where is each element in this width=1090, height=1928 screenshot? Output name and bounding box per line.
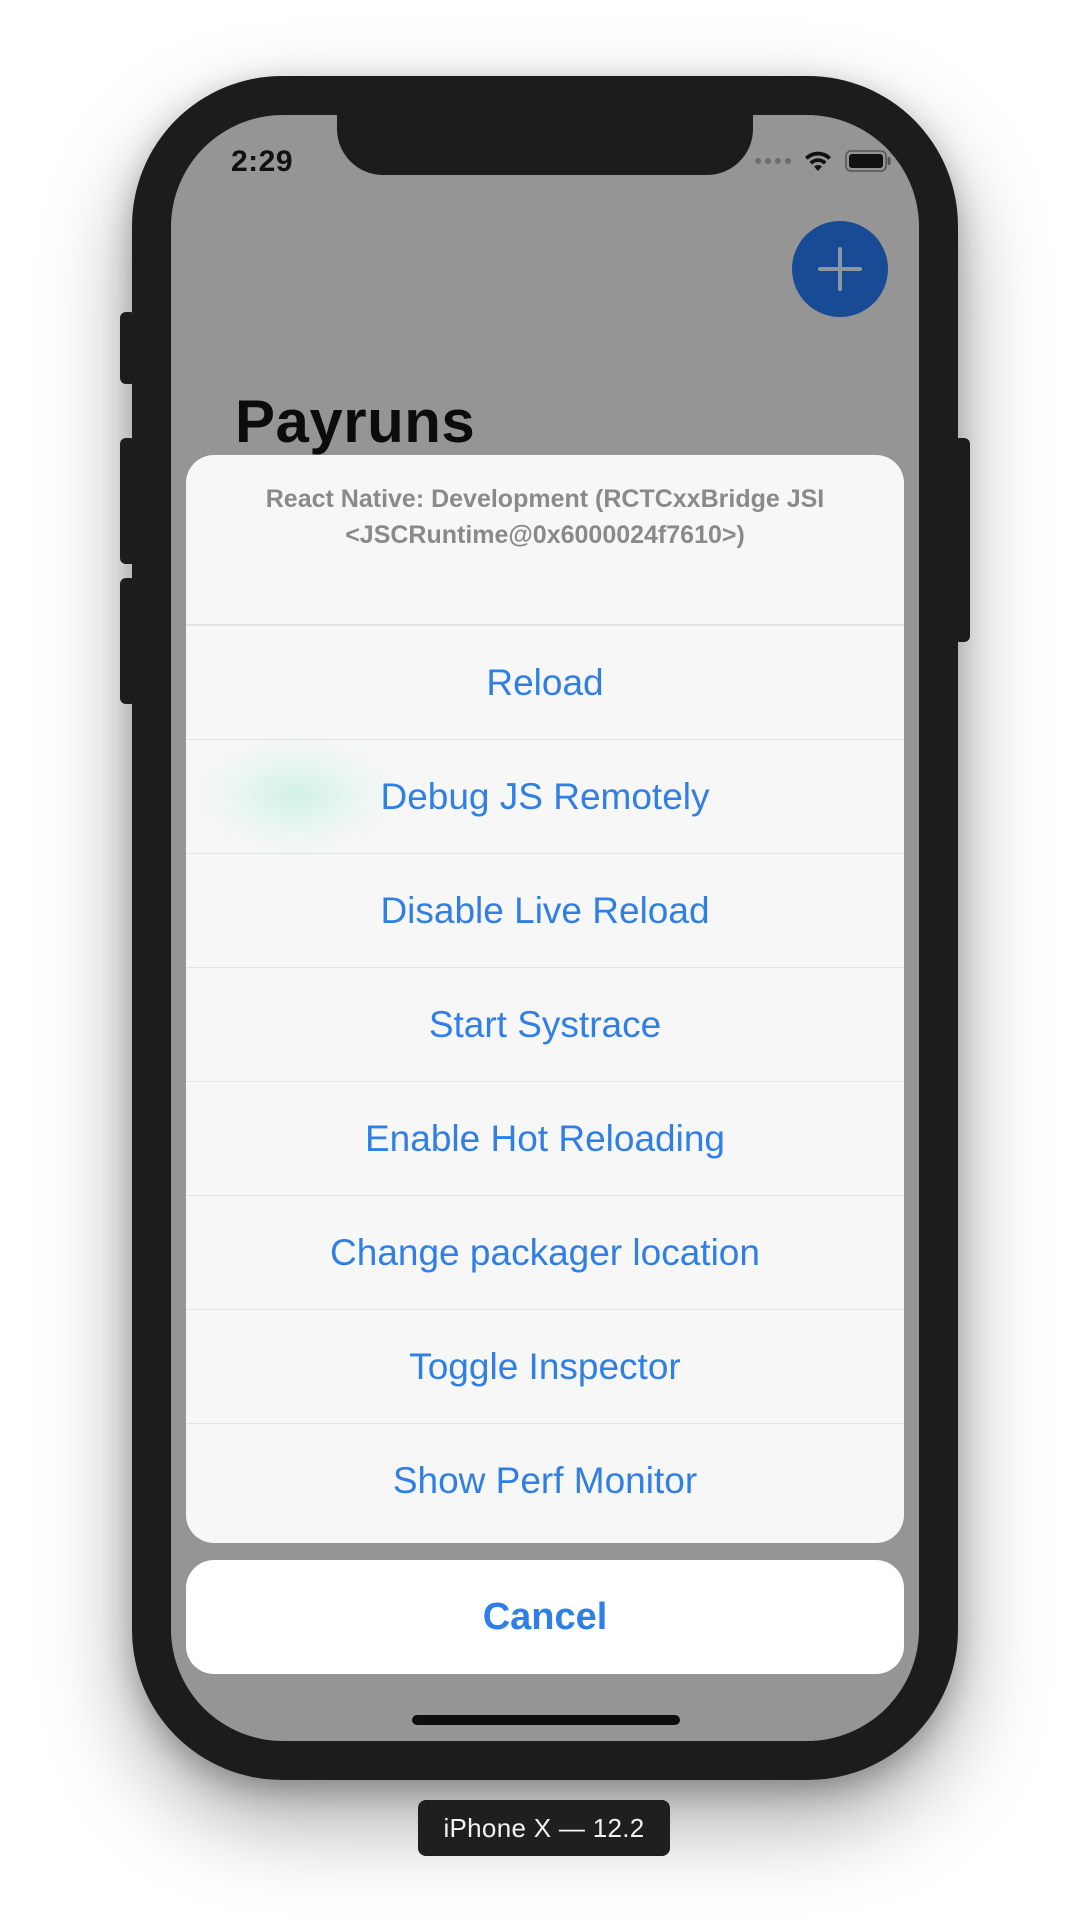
start-systrace-option[interactable]: Start Systrace bbox=[186, 967, 904, 1081]
notch bbox=[337, 115, 753, 175]
status-icons bbox=[755, 149, 891, 173]
enable-hot-reloading-option[interactable]: Enable Hot Reloading bbox=[186, 1081, 904, 1195]
show-perf-monitor-option[interactable]: Show Perf Monitor bbox=[186, 1423, 904, 1537]
wifi-icon bbox=[805, 151, 831, 171]
reload-option[interactable]: Reload bbox=[186, 625, 904, 739]
add-payrun-button[interactable] bbox=[792, 221, 888, 317]
cellular-signal-icon bbox=[755, 158, 791, 164]
status-time: 2:29 bbox=[231, 145, 294, 178]
home-indicator[interactable] bbox=[412, 1715, 680, 1725]
plus-icon bbox=[818, 247, 862, 291]
cancel-button[interactable]: Cancel bbox=[186, 1560, 904, 1674]
disable-live-reload-option[interactable]: Disable Live Reload bbox=[186, 853, 904, 967]
toggle-inspector-option[interactable]: Toggle Inspector bbox=[186, 1309, 904, 1423]
action-sheet-message: React Native: Development (RCTCxxBridge … bbox=[265, 485, 825, 549]
battery-icon bbox=[845, 150, 891, 172]
device-label: iPhone X — 12.2 bbox=[418, 1800, 670, 1856]
change-packager-location-option[interactable]: Change packager location bbox=[186, 1195, 904, 1309]
device-screen: 2:29 Payruns React Native: Development (… bbox=[171, 115, 919, 1741]
debug-js-remotely-option[interactable]: Debug JS Remotely bbox=[186, 739, 904, 853]
dev-menu-action-sheet: React Native: Development (RCTCxxBridge … bbox=[186, 455, 904, 1543]
page-title: Payruns bbox=[235, 388, 476, 455]
action-sheet-header: React Native: Development (RCTCxxBridge … bbox=[186, 455, 904, 625]
